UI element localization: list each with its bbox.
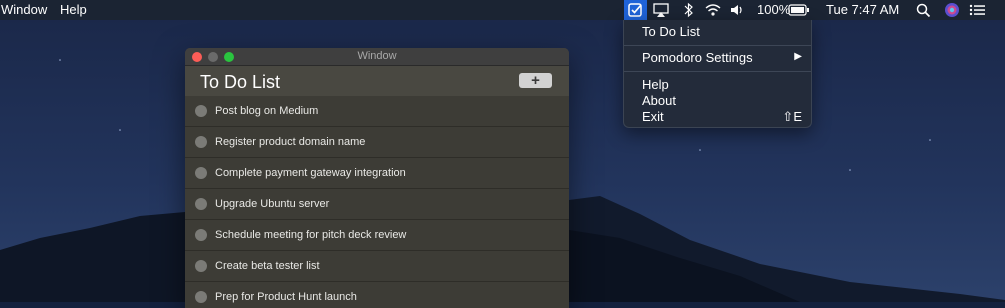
menu-item-label: Exit bbox=[642, 109, 664, 124]
task-row[interactable]: Register product domain name bbox=[185, 127, 569, 158]
battery-percentage[interactable]: 100% bbox=[757, 2, 790, 18]
menu-help[interactable]: Help bbox=[60, 2, 87, 18]
task-label: Schedule meeting for pitch deck review bbox=[215, 229, 407, 241]
menu-item-label: Help bbox=[642, 77, 669, 92]
window-titlebar[interactable]: Window bbox=[185, 48, 569, 66]
task-label: Post blog on Medium bbox=[215, 105, 319, 117]
task-complete-toggle[interactable] bbox=[195, 136, 207, 148]
menu-item-label: Pomodoro Settings bbox=[642, 50, 753, 65]
todo-status-item[interactable] bbox=[624, 0, 647, 20]
keyboard-shortcut: ⇧E bbox=[782, 109, 802, 124]
submenu-arrow-icon: ▶ bbox=[794, 51, 802, 62]
menu-item-help[interactable]: Help bbox=[624, 76, 811, 93]
page-title: To Do List bbox=[200, 72, 281, 92]
app-header: To Do List + bbox=[185, 66, 569, 96]
menu-item-exit[interactable]: Exit ⇧E bbox=[624, 108, 811, 125]
menu-item-label: About bbox=[642, 93, 676, 108]
menu-item-about[interactable]: About bbox=[624, 92, 811, 109]
airplay-icon[interactable] bbox=[652, 2, 670, 18]
notification-center-icon[interactable] bbox=[968, 2, 986, 18]
task-label: Register product domain name bbox=[215, 136, 366, 148]
task-complete-toggle[interactable] bbox=[195, 229, 207, 241]
battery-icon[interactable] bbox=[788, 2, 810, 18]
clock[interactable]: Tue 7:47 AM bbox=[826, 2, 899, 18]
task-row[interactable]: Create beta tester list bbox=[185, 251, 569, 282]
add-task-button[interactable]: + bbox=[519, 73, 552, 88]
menu-separator bbox=[624, 45, 811, 46]
task-complete-toggle[interactable] bbox=[195, 167, 207, 179]
task-label: Create beta tester list bbox=[215, 260, 320, 272]
task-row[interactable]: Post blog on Medium bbox=[185, 96, 569, 127]
menu-separator bbox=[624, 71, 811, 72]
bluetooth-icon[interactable] bbox=[680, 2, 698, 18]
menu-item-todo-list[interactable]: To Do List bbox=[624, 23, 811, 40]
task-row[interactable]: Prep for Product Hunt launch bbox=[185, 282, 569, 308]
volume-icon[interactable] bbox=[729, 2, 747, 18]
menu-item-label: To Do List bbox=[642, 24, 700, 39]
siri-icon[interactable] bbox=[943, 2, 961, 18]
task-complete-toggle[interactable] bbox=[195, 105, 207, 117]
task-row[interactable]: Upgrade Ubuntu server bbox=[185, 189, 569, 220]
spotlight-search-icon[interactable] bbox=[915, 2, 933, 18]
todo-checkmark-icon bbox=[628, 3, 642, 17]
task-label: Complete payment gateway integration bbox=[215, 167, 406, 179]
task-row[interactable]: Schedule meeting for pitch deck review bbox=[185, 220, 569, 251]
status-dropdown-menu: To Do List Pomodoro Settings ▶ Help Abou… bbox=[623, 20, 812, 128]
menu-item-pomodoro-settings[interactable]: Pomodoro Settings ▶ bbox=[624, 49, 811, 66]
window-title: Window bbox=[357, 50, 397, 62]
task-label: Upgrade Ubuntu server bbox=[215, 198, 330, 210]
menu-bar: Window Help 100% Tue 7:47 AM bbox=[0, 0, 1005, 20]
menu-window[interactable]: Window bbox=[1, 2, 47, 18]
task-complete-toggle[interactable] bbox=[195, 260, 207, 272]
wifi-icon[interactable] bbox=[704, 2, 722, 18]
task-list: Post blog on Medium Register product doma… bbox=[185, 96, 569, 308]
task-row[interactable]: Complete payment gateway integration bbox=[185, 158, 569, 189]
task-complete-toggle[interactable] bbox=[195, 291, 207, 303]
task-complete-toggle[interactable] bbox=[195, 198, 207, 210]
todo-window: Window To Do List + Post blog on Medium R… bbox=[185, 48, 569, 308]
